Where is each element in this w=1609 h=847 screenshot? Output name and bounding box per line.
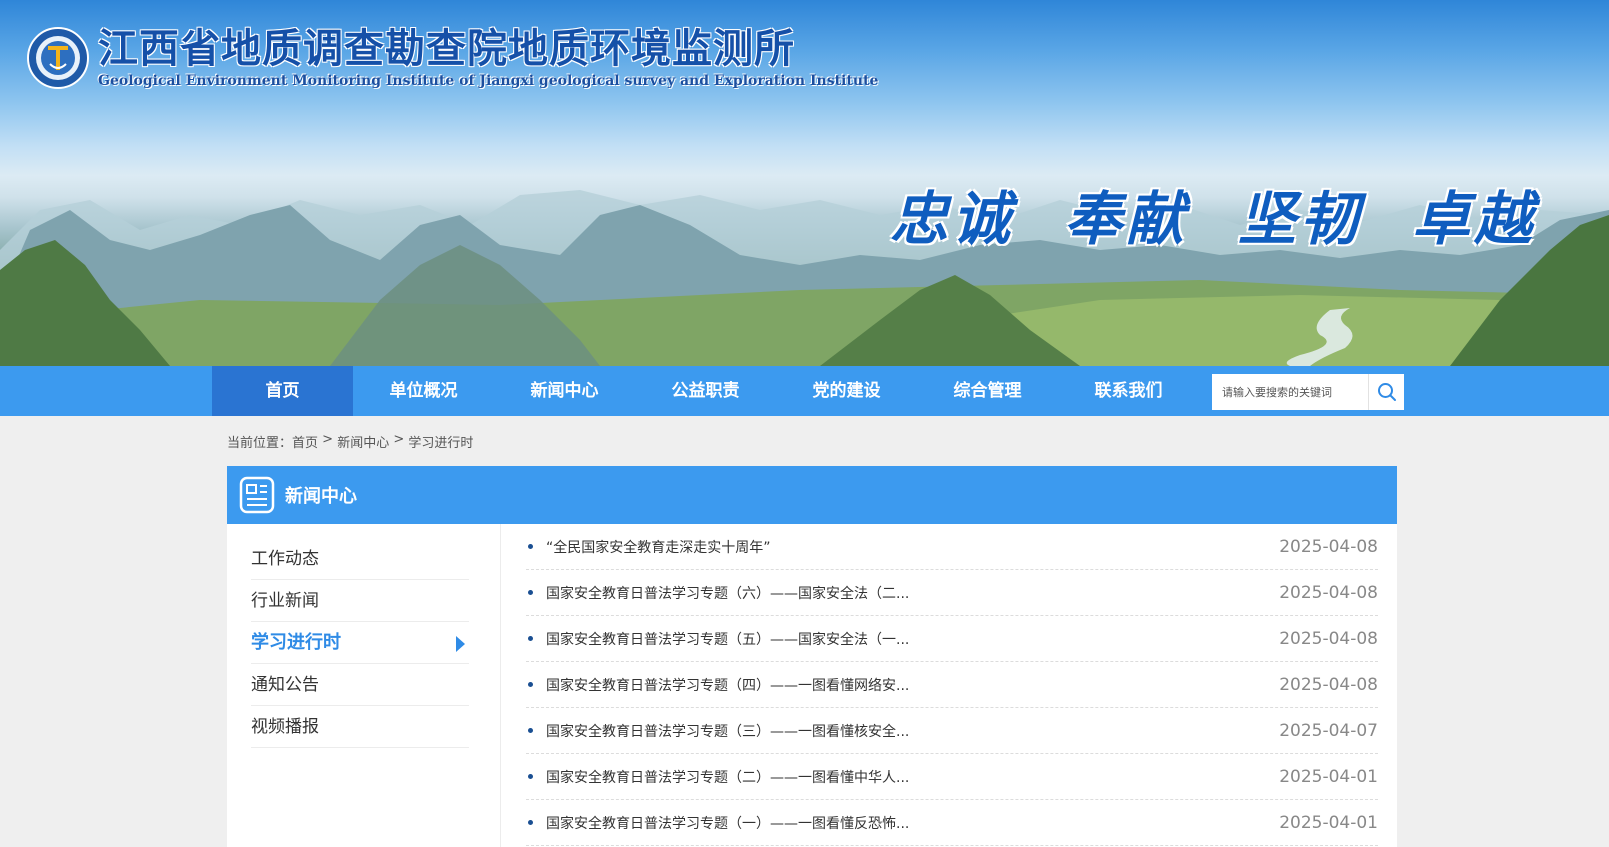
news-date: 2025-04-01 xyxy=(1279,766,1378,787)
news-title[interactable]: 国家安全教育日普法学习专题（五）——国家安全法（一... xyxy=(546,629,1378,649)
breadcrumb-home[interactable]: 首页 xyxy=(292,432,318,451)
main-content: 工作动态 行业新闻 学习进行时 通知公告 视频播报 “全民国家安全教育走深走实十… xyxy=(227,524,1397,847)
sidebar-item-study[interactable]: 学习进行时 xyxy=(251,622,469,664)
news-item[interactable]: 国家安全教育日普法学习专题（六）——国家安全法（二... 2025-04-08 xyxy=(526,570,1378,616)
slogan-word: 卓越 xyxy=(1412,185,1537,253)
breadcrumb: 当前位置： 首页 > 新闻中心 > 学习进行时 xyxy=(227,432,473,451)
site-title: 江西省地质调查勘查院地质环境监测所 xyxy=(98,25,795,72)
breadcrumb-separator: > xyxy=(389,432,409,447)
news-title[interactable]: “全民国家安全教育走深走实十周年” xyxy=(546,537,1378,557)
nav-item-news[interactable]: 新闻中心 xyxy=(494,366,635,416)
caret-right-icon xyxy=(456,636,465,652)
sidebar-item-work-news[interactable]: 工作动态 xyxy=(251,538,469,580)
bullet-icon xyxy=(528,636,533,641)
sidebar-item-label: 学习进行时 xyxy=(251,632,341,653)
news-date: 2025-04-08 xyxy=(1279,628,1378,649)
site-logo[interactable]: 江西省地质调查勘查院地质环境监测所 Geological Environment… xyxy=(26,26,878,90)
bullet-icon xyxy=(528,728,533,733)
search-button[interactable] xyxy=(1368,374,1404,410)
bullet-icon xyxy=(528,774,533,779)
news-date: 2025-04-08 xyxy=(1279,674,1378,695)
site-subtitle: Geological Environment Monitoring Instit… xyxy=(98,73,879,89)
news-title[interactable]: 国家安全教育日普法学习专题（一）——一图看懂反恐怖... xyxy=(546,813,1378,833)
news-date: 2025-04-07 xyxy=(1279,720,1378,741)
nav-item-contact[interactable]: 联系我们 xyxy=(1058,366,1199,416)
news-item[interactable]: 国家安全教育日普法学习专题（一）——一图看懂反恐怖... 2025-04-01 xyxy=(526,800,1378,846)
slogan: 忠诚 奉献 坚韧 卓越 xyxy=(890,172,1536,256)
news-list: “全民国家安全教育走深走实十周年” 2025-04-08 国家安全教育日普法学习… xyxy=(526,524,1378,846)
header-banner: 江西省地质调查勘查院地质环境监测所 Geological Environment… xyxy=(0,0,1609,366)
nav-item-party[interactable]: 党的建设 xyxy=(776,366,917,416)
sidebar-item-video[interactable]: 视频播报 xyxy=(251,706,469,748)
section-header: 新闻中心 xyxy=(227,466,1397,524)
news-icon xyxy=(239,476,275,514)
nav-item-duties[interactable]: 公益职责 xyxy=(635,366,776,416)
section-title: 新闻中心 xyxy=(285,486,357,507)
news-date: 2025-04-08 xyxy=(1279,536,1378,557)
slogan-word: 忠诚 xyxy=(890,185,1015,253)
nav-item-management[interactable]: 综合管理 xyxy=(917,366,1058,416)
bullet-icon xyxy=(528,544,533,549)
news-item[interactable]: 国家安全教育日普法学习专题（五）——国家安全法（一... 2025-04-08 xyxy=(526,616,1378,662)
institute-emblem-icon xyxy=(27,27,89,89)
news-date: 2025-04-01 xyxy=(1279,812,1378,833)
slogan-word: 奉献 xyxy=(1064,185,1189,253)
bullet-icon xyxy=(528,682,533,687)
news-title[interactable]: 国家安全教育日普法学习专题（六）——国家安全法（二... xyxy=(546,583,1378,603)
breadcrumb-separator: > xyxy=(318,432,338,447)
nav-item-home[interactable]: 首页 xyxy=(212,366,353,416)
search-input[interactable] xyxy=(1212,374,1368,410)
sidebar: 工作动态 行业新闻 学习进行时 通知公告 视频播报 xyxy=(227,524,501,847)
news-item[interactable]: 国家安全教育日普法学习专题（二）——一图看懂中华人... 2025-04-01 xyxy=(526,754,1378,800)
news-title[interactable]: 国家安全教育日普法学习专题（二）——一图看懂中华人... xyxy=(546,767,1378,787)
news-date: 2025-04-08 xyxy=(1279,582,1378,603)
breadcrumb-prefix: 当前位置： xyxy=(227,436,293,451)
news-item[interactable]: “全民国家安全教育走深走实十周年” 2025-04-08 xyxy=(526,524,1378,570)
bullet-icon xyxy=(528,820,533,825)
nav-item-about[interactable]: 单位概况 xyxy=(353,366,494,416)
breadcrumb-current[interactable]: 学习进行时 xyxy=(408,432,473,451)
sidebar-item-industry-news[interactable]: 行业新闻 xyxy=(251,580,469,622)
news-title[interactable]: 国家安全教育日普法学习专题（四）——一图看懂网络安... xyxy=(546,675,1378,695)
breadcrumb-news[interactable]: 新闻中心 xyxy=(337,432,389,451)
sidebar-item-notices[interactable]: 通知公告 xyxy=(251,664,469,706)
news-title[interactable]: 国家安全教育日普法学习专题（三）——一图看懂核安全... xyxy=(546,721,1378,741)
slogan-word: 坚韧 xyxy=(1238,185,1363,253)
news-item[interactable]: 国家安全教育日普法学习专题（三）——一图看懂核安全... 2025-04-07 xyxy=(526,708,1378,754)
search-box xyxy=(1212,374,1404,410)
news-item[interactable]: 国家安全教育日普法学习专题（四）——一图看懂网络安... 2025-04-08 xyxy=(526,662,1378,708)
bullet-icon xyxy=(528,590,533,595)
main-nav: 首页 单位概况 新闻中心 公益职责 党的建设 综合管理 联系我们 xyxy=(0,366,1609,416)
search-icon xyxy=(1377,383,1396,401)
